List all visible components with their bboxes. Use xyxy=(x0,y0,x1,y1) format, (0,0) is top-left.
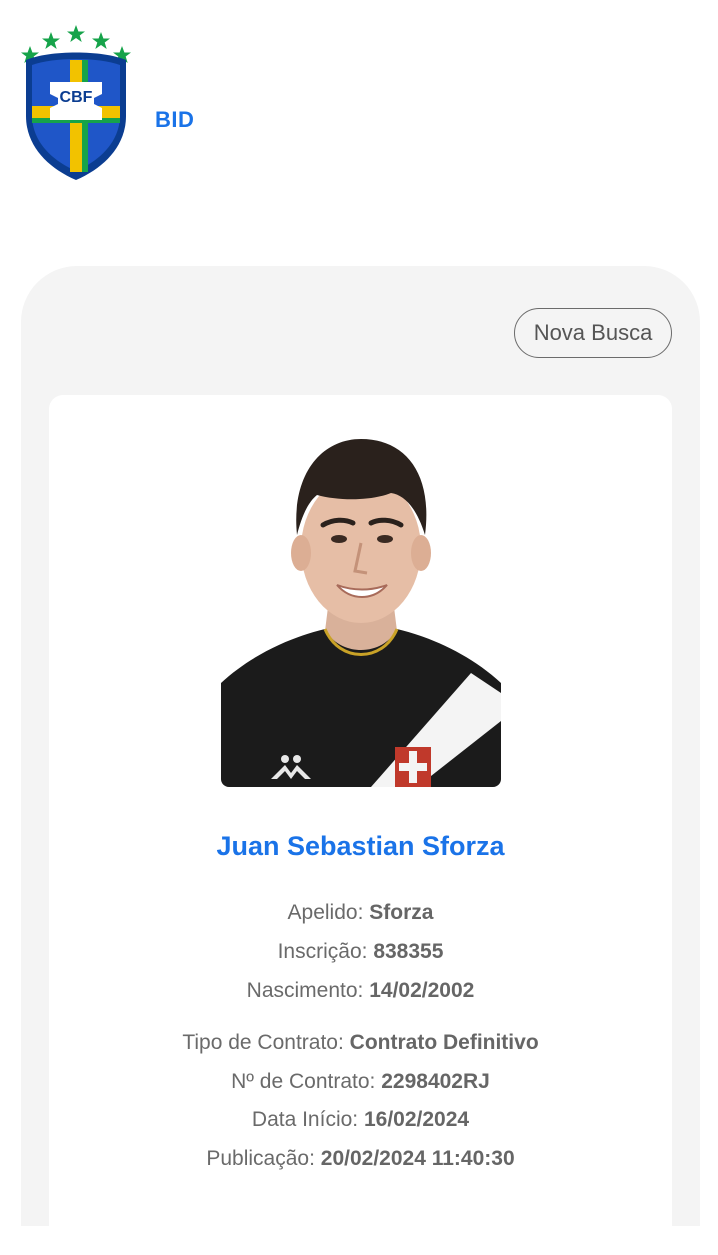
cbf-logo: CBF xyxy=(21,25,131,180)
player-name: Juan Sebastian Sforza xyxy=(216,831,505,861)
contract-number-row: Nº de Contrato: 2298402RJ xyxy=(49,1070,672,1094)
player-panel: Nova Busca Juan Sebastian Sforza Apelido… xyxy=(21,266,700,1255)
registration-label: Inscrição: xyxy=(277,940,368,963)
app-name: BID xyxy=(155,107,195,132)
start-date-row: Data Início: 16/02/2024 xyxy=(49,1108,672,1132)
contract-number-value: 2298402RJ xyxy=(381,1070,490,1093)
registration-row: Inscrição: 838355 xyxy=(49,940,672,964)
nickname-label: Apelido: xyxy=(287,901,364,924)
contract-number-label: Nº de Contrato: xyxy=(231,1070,376,1093)
start-date-value: 16/02/2024 xyxy=(363,1108,470,1131)
registration-value: 838355 xyxy=(373,940,444,963)
publication-row: Publicação: 20/02/2024 11:40:30 xyxy=(49,1147,672,1171)
new-search-button[interactable]: Nova Busca xyxy=(514,308,672,358)
player-card: Juan Sebastian Sforza Apelido: Sforza In… xyxy=(49,395,672,1255)
publication-value: 20/02/2024 11:40:30 xyxy=(320,1147,515,1170)
birthdate-row: Nascimento: 14/02/2002 xyxy=(49,979,672,1003)
page-header: CBF BID xyxy=(0,0,718,260)
birthdate-value: 14/02/2002 xyxy=(369,979,475,1002)
contract-type-label: Tipo de Contrato: xyxy=(182,1031,344,1054)
svg-text:CBF: CBF xyxy=(60,89,93,106)
contract-type-row: Tipo de Contrato: Contrato Definitivo xyxy=(49,1031,672,1055)
birthdate-label: Nascimento: xyxy=(246,979,364,1002)
start-date-label: Data Início: xyxy=(251,1108,359,1131)
publication-label: Publicação: xyxy=(206,1147,315,1170)
contract-type-value: Contrato Definitivo xyxy=(349,1031,539,1054)
player-photo xyxy=(221,431,501,787)
nickname-row: Apelido: Sforza xyxy=(49,901,672,925)
nickname-value: Sforza xyxy=(369,901,434,924)
